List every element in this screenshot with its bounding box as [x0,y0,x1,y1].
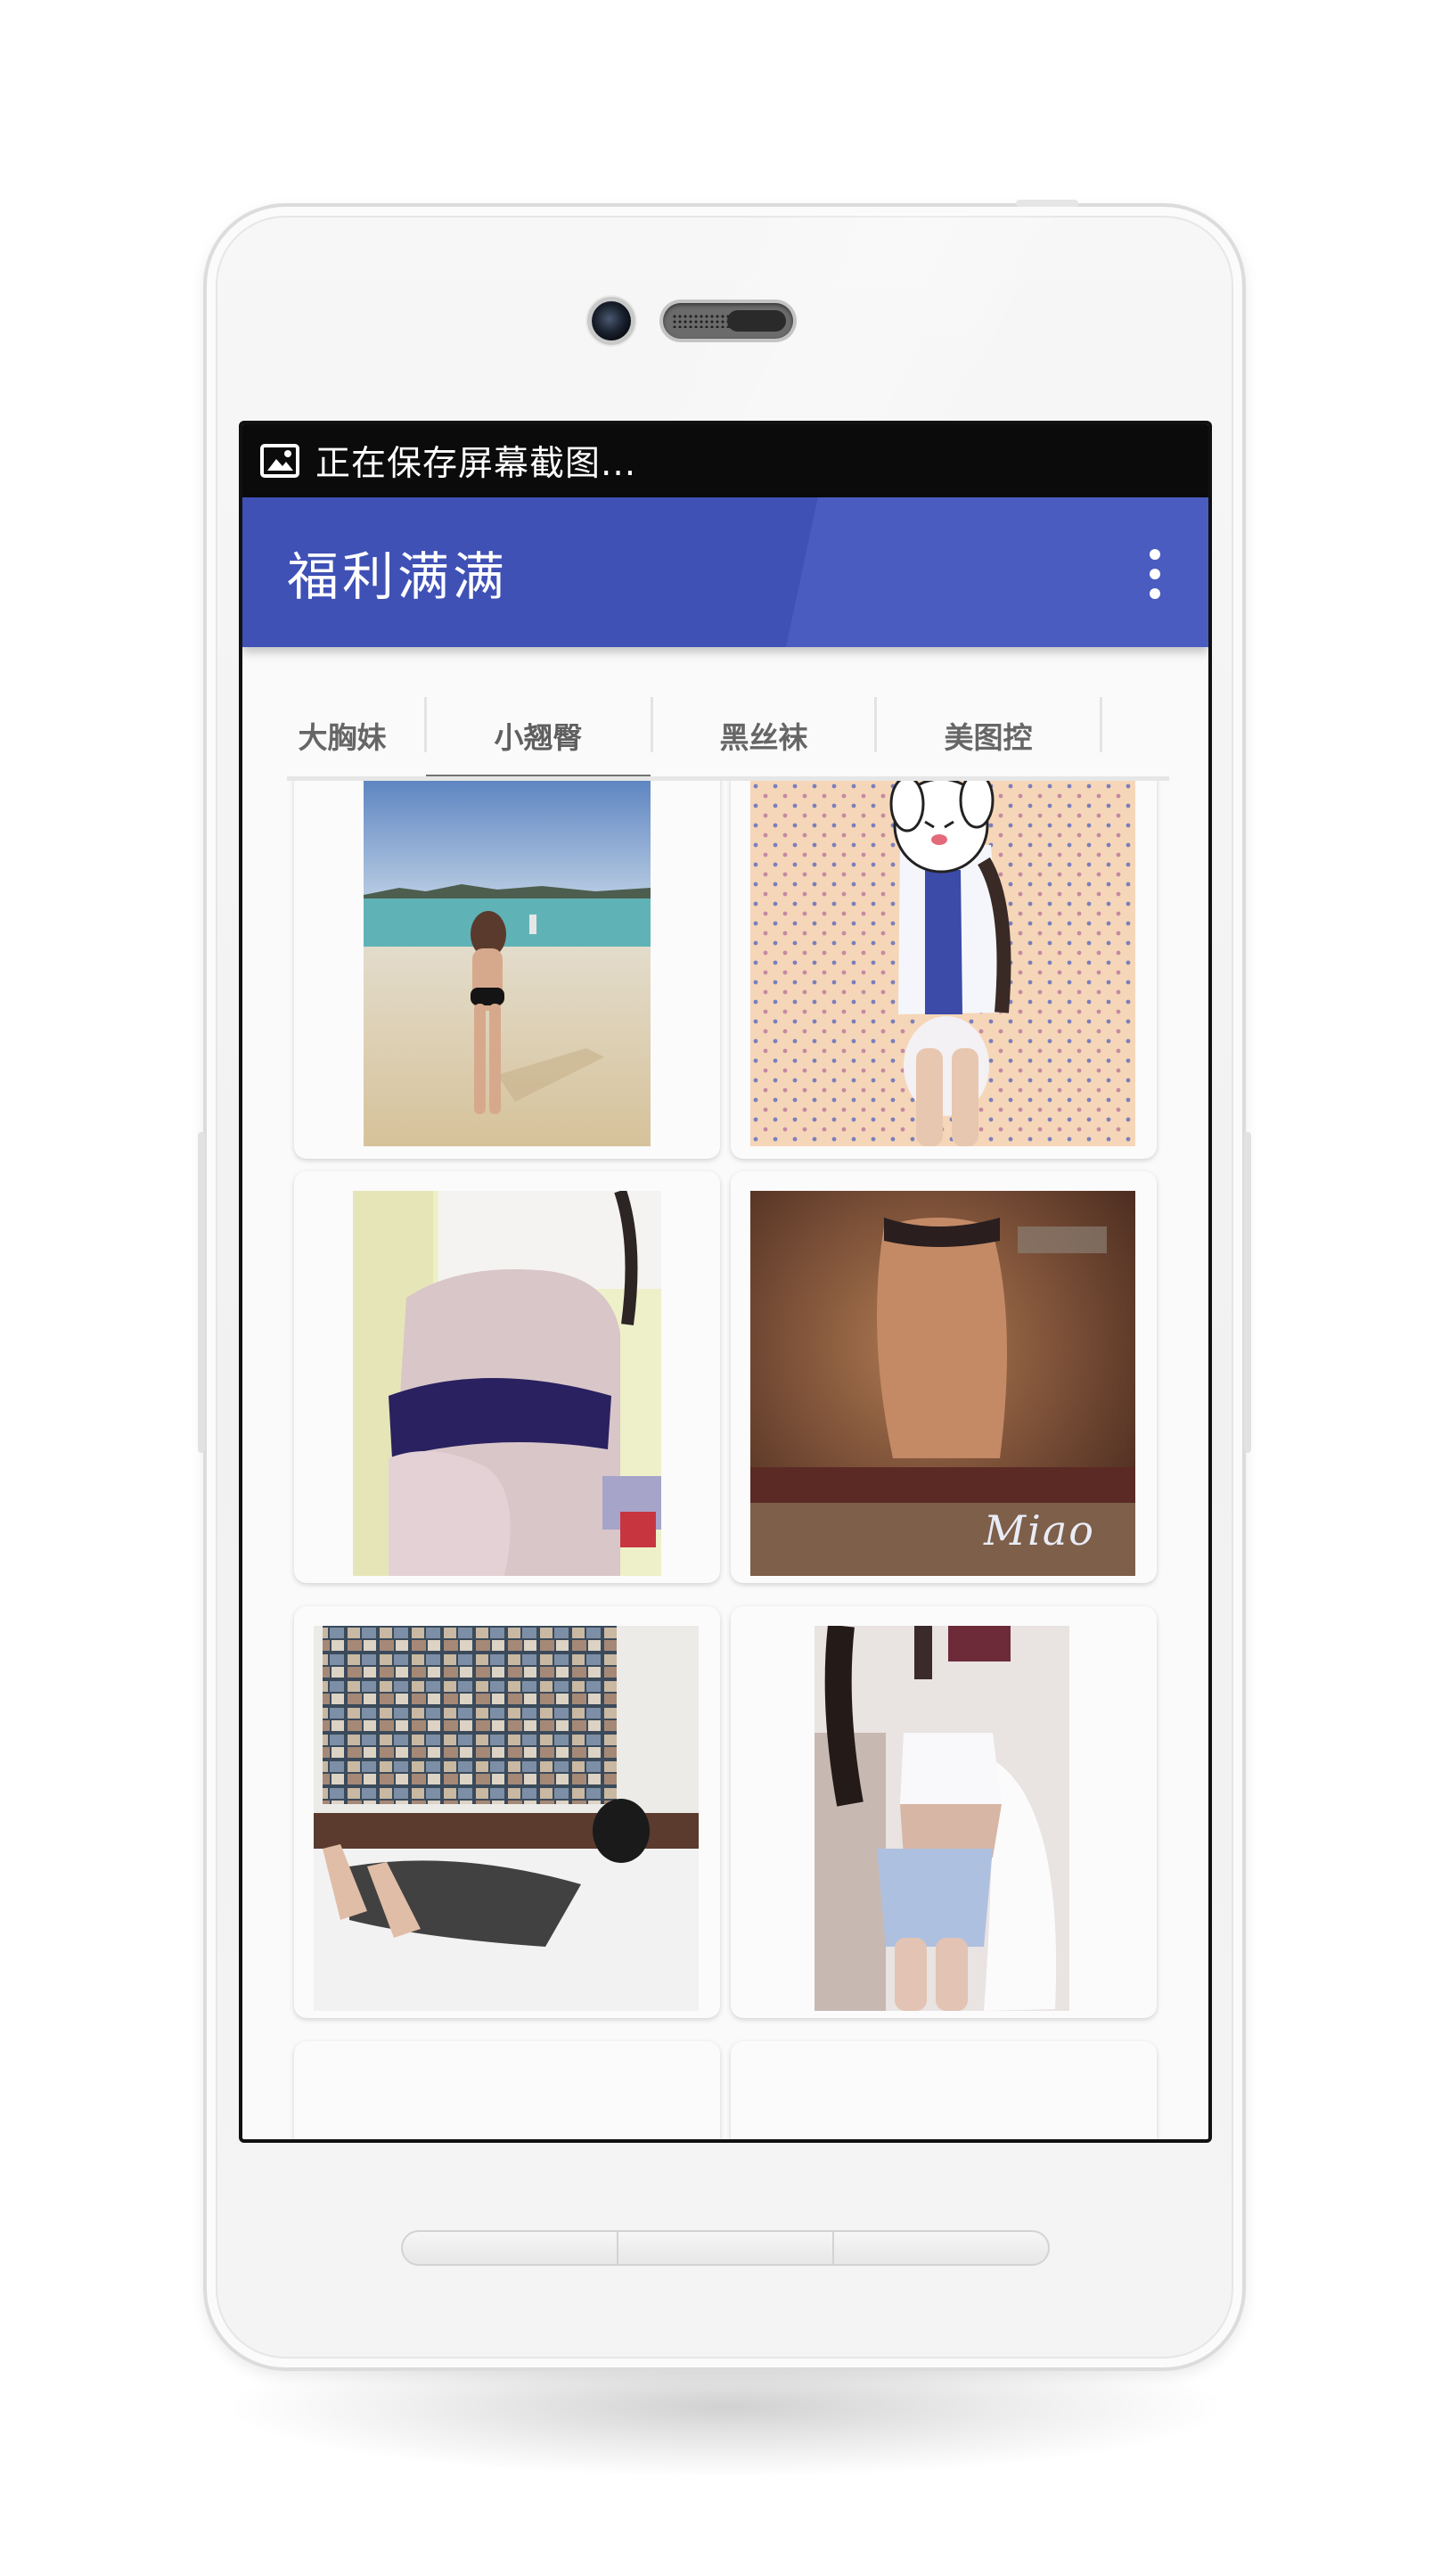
image-icon [260,444,299,478]
tab-black-stockings[interactable]: 黑丝袜 [653,693,874,776]
photo-card[interactable] [294,781,720,1159]
photo-thumbnail [750,781,1135,1146]
screen: 正在保存屏幕截图... 福利满满 大胸妹 小翘臀 黑丝袜 美图控 Miao [239,421,1212,2143]
tab-small-hips[interactable]: 小翘臀 [426,693,651,776]
top-slot [1016,200,1078,207]
front-camera [592,301,631,340]
photo-card[interactable] [294,2041,720,2139]
category-tabs: 大胸妹 小翘臀 黑丝袜 美图控 [287,693,1169,781]
side-button-right [1244,1132,1251,1453]
photo-card[interactable]: Miao [731,1171,1157,1583]
earpiece-grille [672,314,731,328]
tab-label: 小翘臀 [494,719,583,755]
photo-thumbnail [364,781,651,1146]
tab-photo-lover[interactable]: 美图控 [877,693,1100,776]
photo-thumbnail [314,1626,699,2011]
status-notification-text: 正在保存屏幕截图... [315,444,637,484]
photo-card[interactable] [294,1606,720,2018]
tab-divider [1100,697,1102,752]
photo-card[interactable] [731,1606,1157,2018]
photo-card[interactable] [294,1171,720,1583]
tab-label: 大胸妹 [298,719,387,755]
home-button-bar[interactable] [401,2230,1050,2266]
photo-card[interactable] [731,2041,1157,2139]
status-bar: 正在保存屏幕截图... [242,424,1208,497]
earpiece-speaker [663,303,793,339]
tab-label: 美图控 [944,719,1033,755]
earpiece-slot [727,310,786,332]
photo-thumbnail [815,1626,1069,2011]
side-button-left [198,1132,205,1453]
tab-selected-indicator [426,775,651,776]
app-title: 福利满满 [287,546,509,607]
photo-grid: Miao [242,781,1208,2139]
home-key[interactable] [618,2232,834,2264]
back-key[interactable] [403,2232,618,2264]
tab-label: 黑丝袜 [719,719,808,755]
photo-card[interactable] [731,781,1157,1159]
tab-big-chest[interactable]: 大胸妹 [287,693,406,776]
photo-overlay-text: Miao [984,1506,1095,1555]
more-vert-icon[interactable] [1144,549,1166,599]
menu-key[interactable] [834,2232,1048,2264]
app-bar: 福利满满 [242,497,1208,647]
photo-thumbnail [353,1191,661,1576]
